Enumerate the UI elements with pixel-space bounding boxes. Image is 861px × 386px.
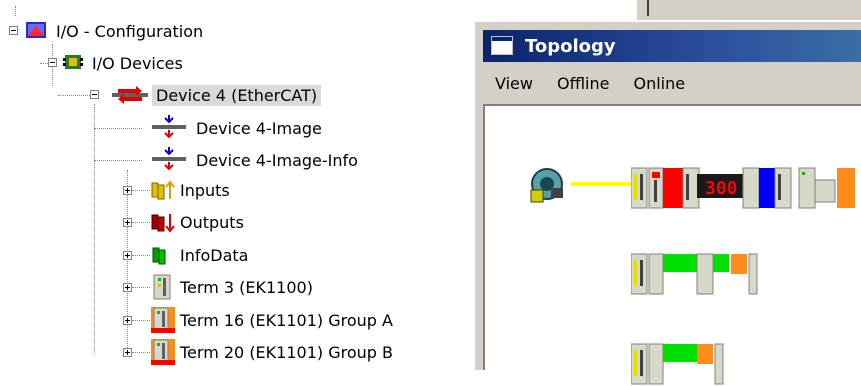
tree-item-term-20[interactable]: Term 20 (EK1101) Group B [176, 337, 397, 367]
tree-item-term-16[interactable]: Term 16 (EK1101) Group A [176, 305, 397, 335]
process-image-icon [152, 147, 186, 171]
menu-online[interactable]: Online [621, 74, 697, 93]
tree-line [132, 287, 150, 288]
outputs-icon [151, 214, 175, 233]
menu-offline[interactable]: Offline [545, 74, 622, 93]
topology-canvas[interactable]: 300 [483, 104, 861, 385]
terminal-row-2[interactable] [631, 252, 761, 296]
topology-menubar: View Offline Online [483, 66, 861, 100]
expand-toggle[interactable] [123, 283, 132, 292]
tree-item-inputs[interactable]: Inputs [176, 175, 234, 205]
tree-item-device-4[interactable]: Device 4 (EtherCAT) [152, 80, 322, 110]
terminal-icon [153, 274, 171, 300]
tree-item-outputs[interactable]: Outputs [176, 207, 248, 237]
inputs-icon [151, 180, 175, 200]
collapse-toggle[interactable] [48, 58, 57, 67]
tree-line [58, 95, 90, 96]
ethercat-device-icon [112, 86, 148, 104]
window-title: Topology [525, 35, 616, 57]
tree-item-device-4-image-info[interactable]: Device 4-Image-Info [192, 145, 362, 175]
tree-line [15, 6, 16, 16]
ethercat-link [571, 182, 633, 186]
expand-toggle[interactable] [123, 186, 132, 195]
expand-toggle[interactable] [123, 348, 132, 357]
tree-item-io-devices[interactable]: I/O Devices [88, 48, 187, 78]
window-icon [491, 36, 513, 55]
tree-line [132, 222, 150, 223]
tree-item-device-4-image[interactable]: Device 4-Image [192, 113, 326, 143]
tree-line [127, 170, 128, 354]
tree-item-infodata[interactable]: InfoData [176, 240, 252, 270]
tree-line [94, 160, 142, 161]
tree-line [40, 63, 48, 64]
tree-line [94, 104, 95, 354]
io-config-icon [26, 22, 46, 38]
tree-item-term-3[interactable]: Term 3 (EK1100) [176, 272, 317, 302]
terminal-group-icon [151, 339, 175, 365]
expand-toggle[interactable] [123, 251, 132, 260]
topology-titlebar[interactable]: Topology [483, 30, 861, 62]
collapse-toggle[interactable] [9, 26, 18, 35]
process-image-icon [152, 115, 186, 139]
tree-line [132, 352, 150, 353]
topology-window[interactable]: Topology View Offline Online 300 [473, 20, 861, 385]
infodata-icon [152, 247, 166, 265]
tree-line [94, 128, 142, 129]
panel-edge [647, 0, 649, 16]
tree-line [132, 255, 150, 256]
tree-item-io-configuration[interactable]: I/O - Configuration [52, 16, 207, 46]
terminal-row-1[interactable]: 300 [631, 166, 861, 210]
collapse-toggle[interactable] [90, 90, 99, 99]
io-devices-icon [63, 55, 83, 69]
ethercat-master-icon[interactable] [525, 164, 571, 206]
terminal-group-icon [151, 307, 175, 333]
menu-view[interactable]: View [483, 74, 545, 93]
tree-line [132, 320, 150, 321]
expand-toggle[interactable] [123, 218, 132, 227]
expand-toggle[interactable] [123, 316, 132, 325]
terminal-row-3[interactable] [631, 342, 741, 386]
display-readout: 300 [705, 178, 738, 199]
tree-line [132, 190, 150, 191]
